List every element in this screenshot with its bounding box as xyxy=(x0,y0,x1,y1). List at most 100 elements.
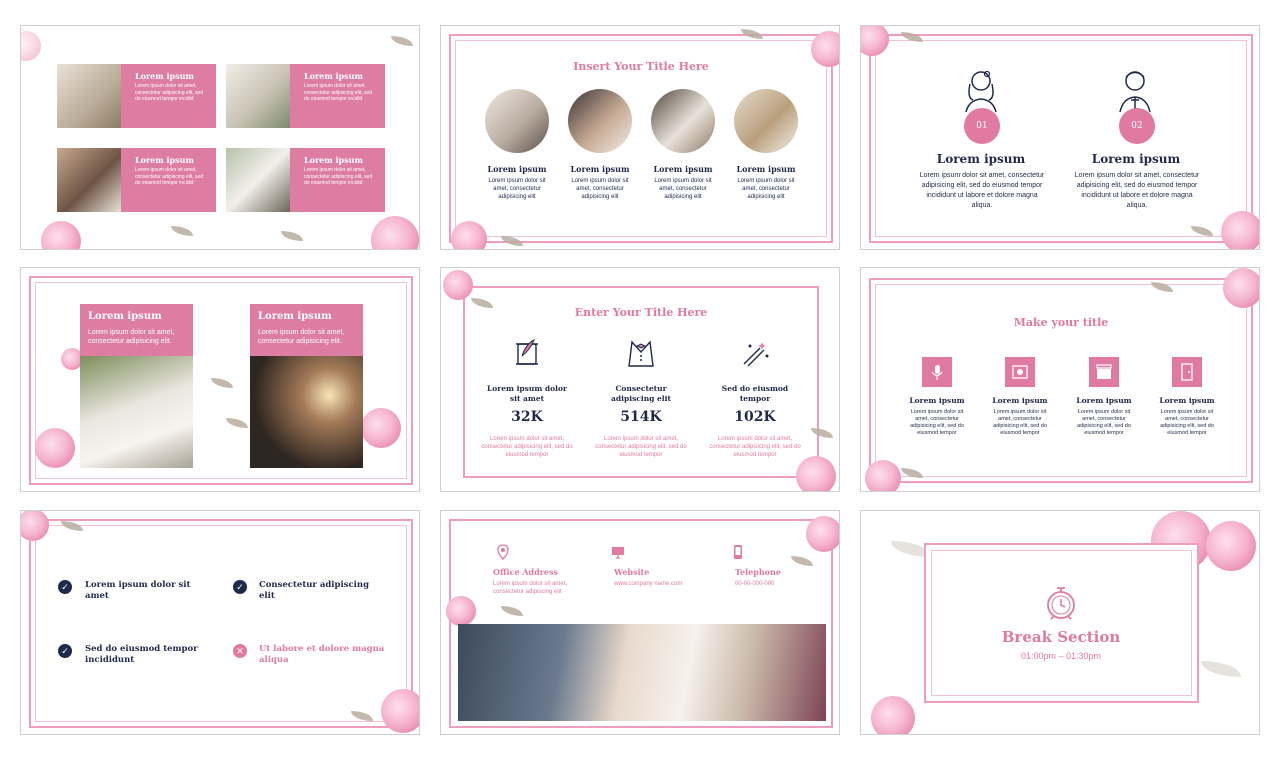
rose-decoration xyxy=(41,221,81,249)
wedding-table-photo xyxy=(57,64,121,128)
rose-decoration xyxy=(443,270,473,300)
item-title: Lorem ipsum xyxy=(736,164,796,174)
checklist-item: Sed do eiusmod tempor incididunt xyxy=(85,644,198,665)
reception-table-photo xyxy=(734,89,798,153)
stat-title: Consectetur adipiscing elit xyxy=(611,384,671,403)
item-title: Lorem ipsum xyxy=(1159,396,1215,405)
rings-hands-photo xyxy=(485,89,549,153)
slide-thumbnail-4[interactable]: Lorem ipsum Lorem ipsum dolor sit amet, … xyxy=(20,267,420,492)
info-card: Lorem ipsum Lorem ipsum dolor sit amet, … xyxy=(121,64,216,128)
item-text: Lorem ipsum dolor sit amet, consectetur … xyxy=(1077,409,1131,436)
rose-decoration xyxy=(451,221,487,249)
card-title: Lorem ipsum xyxy=(258,311,332,322)
slide-thumbnail-1[interactable]: Lorem ipsum Lorem ipsum dolor sit amet, … xyxy=(20,25,420,250)
info-card: Lorem ipsum Lorem ipsum dolor sit amet, … xyxy=(290,148,385,212)
microphone-icon xyxy=(922,357,952,387)
item-title: Lorem ipsum xyxy=(909,396,965,405)
item-title: Lorem ipsum xyxy=(1091,152,1181,166)
item-text: Lorem ipsum dolor sit amet, consectetur … xyxy=(571,178,629,200)
card-text: Lorem ipsum dolor sit amet, consectetur … xyxy=(135,167,204,186)
leaf-decoration xyxy=(1201,661,1241,677)
card-text: Lorem ipsum dolor sit amet, consectetur … xyxy=(304,83,373,102)
item-text: Lorem ipsum dolor sit amet, consectetur … xyxy=(737,178,795,200)
item-text: Lorem ipsum dolor sit amet, consectetur … xyxy=(993,409,1047,436)
checklist-item: Ut labore et dolore magna aliqua xyxy=(259,644,385,665)
contact-value: 00-00-000-000 xyxy=(735,581,775,587)
leaf-decoration xyxy=(171,226,193,236)
slide-thumbnail-7[interactable]: ✓ Lorem ipsum dolor sit amet ✓ Consectet… xyxy=(20,510,420,735)
card-text: Lorem ipsum dolor sit amet, consectetur … xyxy=(88,329,175,345)
tuxedo-icon xyxy=(628,340,654,367)
stat-text: Lorem ipsum dolor sit amet, consectetur … xyxy=(481,436,573,458)
bride-groom-photo xyxy=(226,148,290,212)
cross-icon: ✕ xyxy=(233,644,247,658)
item-title: Lorem ipsum xyxy=(570,164,630,174)
stat-title: Lorem ipsum dolor sit amet xyxy=(487,384,567,403)
check-icon: ✓ xyxy=(233,580,247,594)
rose-decoration xyxy=(35,428,75,468)
clapper-icon xyxy=(1089,357,1119,387)
checklist-item: Consectetur adipiscing elit xyxy=(259,580,370,601)
inner-frame xyxy=(931,550,1192,696)
stat-title: Sed do eiusmod tempor xyxy=(721,384,789,403)
card-title: Lorem ipsum xyxy=(88,311,162,322)
alarm-clock-icon xyxy=(1047,587,1075,620)
item-title: Lorem ipsum xyxy=(936,152,1026,166)
door-icon xyxy=(1172,357,1202,387)
monitor-icon xyxy=(612,547,624,559)
fireworks-icon xyxy=(743,342,769,367)
slide-thumbnail-5[interactable]: Enter Your Title Here Lorem ipsum dolor … xyxy=(440,267,840,492)
leaf-decoration xyxy=(391,36,413,46)
wedding-cake-photo xyxy=(651,89,715,153)
step-number: 02 xyxy=(1131,121,1143,131)
holding-hands-photo xyxy=(458,624,826,721)
stat-text: Lorem ipsum dolor sit amet, consectetur … xyxy=(595,436,687,458)
card-title: Lorem ipsum xyxy=(135,155,194,165)
slide-thumbnail-8[interactable]: Office Address Lorem ipsum dolor sit ame… xyxy=(440,510,840,735)
slide-thumbnail-6[interactable]: Make your title Lorem ipsum Lorem ipsum … xyxy=(860,267,1260,492)
stat-value: 102K xyxy=(734,409,776,425)
info-card: Lorem ipsum Lorem ipsum dolor sit amet, … xyxy=(121,148,216,212)
rose-decoration xyxy=(1221,211,1259,249)
step-number: 01 xyxy=(976,121,988,131)
stat-text: Lorem ipsum dolor sit amet, consectetur … xyxy=(709,436,801,458)
contact-label: Website xyxy=(614,567,650,577)
location-icon xyxy=(497,544,509,560)
section-time: 01:00pm – 01:30pm xyxy=(1020,651,1102,661)
card-title: Lorem ipsum xyxy=(135,71,194,81)
bride-icon xyxy=(965,70,997,112)
rose-decoration xyxy=(446,596,476,626)
check-icon: ✓ xyxy=(58,580,72,594)
contact-value: Lorem ipsum dolor sit amet, consectetur … xyxy=(493,581,568,595)
item-title: Lorem ipsum xyxy=(487,164,547,174)
rose-decoration xyxy=(21,31,41,61)
rose-decoration xyxy=(361,408,401,448)
card-title: Lorem ipsum xyxy=(304,155,363,165)
step-badge: 02 xyxy=(1119,108,1155,144)
rose-decoration xyxy=(865,460,901,491)
sparklers-couple-photo xyxy=(250,356,363,468)
card-title: Lorem ipsum xyxy=(304,71,363,81)
slide-thumbnail-3[interactable]: 01 02 Lorem ipsum Lorem ipsum dolor sit … xyxy=(860,25,1260,250)
couple-photo xyxy=(57,148,121,212)
slide-thumbnail-9[interactable]: Break Section 01:00pm – 01:30pm xyxy=(860,510,1260,735)
item-text: Lorem ipsum dolor sit amet, consectetur … xyxy=(654,178,712,200)
item-text: Lorem ipsum dolor sit amet, consectetur … xyxy=(1160,409,1214,436)
rose-decoration xyxy=(806,516,839,552)
rose-decoration xyxy=(381,689,419,733)
card-text: Lorem ipsum dolor sit amet, consectetur … xyxy=(304,167,373,186)
card-text: Lorem ipsum dolor sit amet, consectetur … xyxy=(135,83,204,102)
info-card: Lorem ipsum Lorem ipsum dolor sit amet, … xyxy=(250,304,363,356)
photo-icon xyxy=(1005,357,1035,387)
contact-label: Office Address xyxy=(493,567,559,577)
section-title: Break Section xyxy=(1001,628,1121,646)
check-icon: ✓ xyxy=(58,644,72,658)
slide-thumbnail-2[interactable]: Insert Your Title Here Lorem ipsum Lorem… xyxy=(440,25,840,250)
info-card: Lorem ipsum Lorem ipsum dolor sit amet, … xyxy=(290,64,385,128)
slide-title: Make your title xyxy=(1013,316,1109,329)
groom-icon xyxy=(1119,71,1151,112)
item-title: Lorem ipsum xyxy=(992,396,1048,405)
item-text: Lorem ipsum dolor sit amet, consectetur … xyxy=(488,178,546,200)
item-text: Lorem ipsum dolor sit amet, consectetur … xyxy=(919,172,1045,209)
info-card: Lorem ipsum Lorem ipsum dolor sit amet, … xyxy=(80,304,193,356)
